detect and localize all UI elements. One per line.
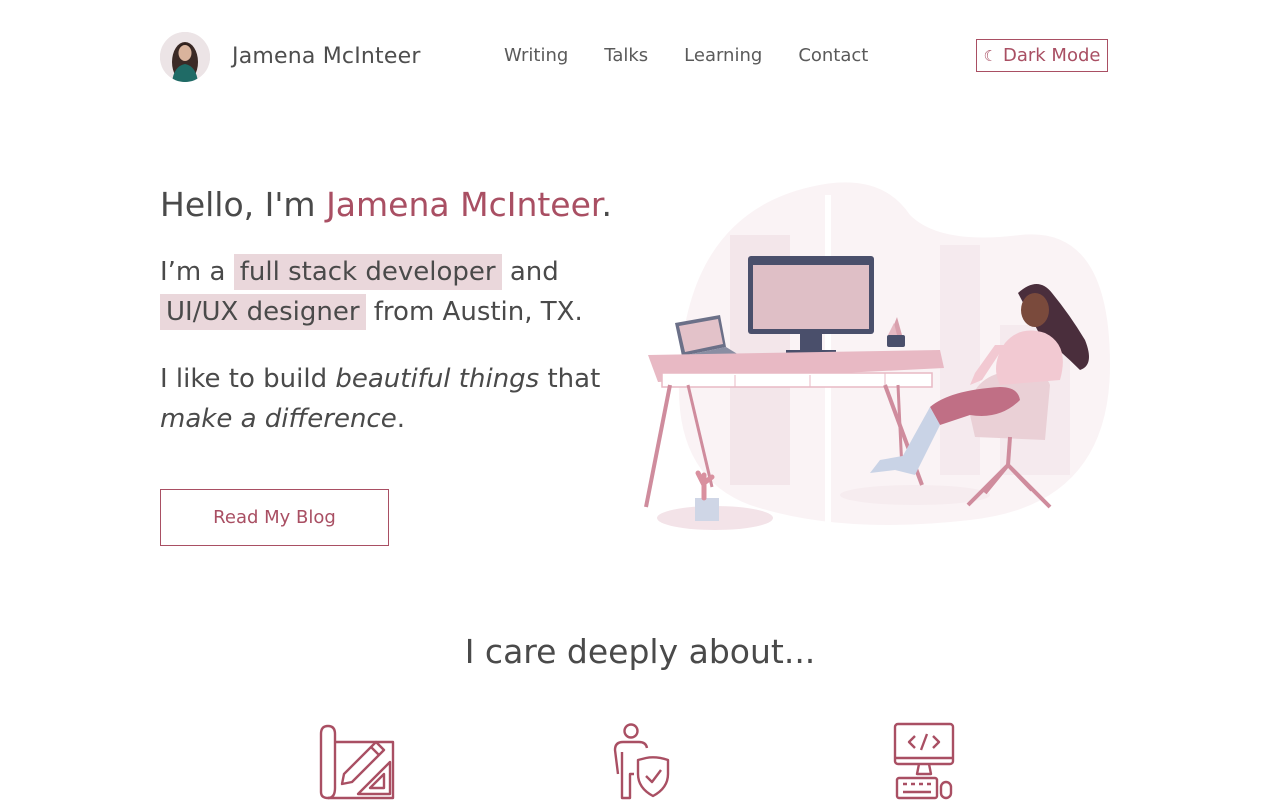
nav-writing[interactable]: Writing: [504, 45, 568, 66]
hero-line3-suffix: that: [539, 364, 601, 394]
design-blueprint-icon: [318, 722, 396, 804]
nav-learning[interactable]: Learning: [684, 45, 762, 66]
hero-line1-prefix: I’m a: [160, 257, 234, 287]
role-highlight-developer: full stack developer: [233, 254, 502, 290]
hero-line-1: I’m a full stack developer and: [160, 254, 559, 290]
dark-mode-button[interactable]: ☾ Dark Mode: [976, 39, 1108, 72]
site-name[interactable]: Jamena McInteer: [232, 44, 421, 69]
hero-greeting-suffix: .: [601, 185, 612, 224]
read-blog-button[interactable]: Read My Blog: [160, 489, 389, 546]
hero-greeting: Hello, I'm Jamena McInteer.: [160, 185, 612, 224]
avatar[interactable]: [160, 32, 210, 82]
person-shield-icon: [610, 722, 672, 804]
hero-line3-emphasis: beautiful things: [335, 364, 540, 394]
dark-mode-label: Dark Mode: [1002, 45, 1101, 66]
nav-talks[interactable]: Talks: [604, 45, 648, 66]
hero-greeting-prefix: Hello, I'm: [160, 185, 327, 224]
hero-line2-suffix: from Austin, TX.: [365, 297, 583, 327]
hero-line1-suffix: and: [501, 257, 559, 287]
hero-line-2: UI/UX designer from Austin, TX.: [160, 294, 583, 330]
woman-at-desk-illustration: [640, 175, 1120, 550]
main-nav: Writing Talks Learning Contact: [504, 45, 904, 66]
nav-contact[interactable]: Contact: [798, 45, 868, 66]
hero-line4-suffix: .: [396, 404, 405, 434]
role-highlight-designer: UI/UX designer: [160, 294, 366, 330]
hero-line-3: I like to build beautiful things that: [160, 364, 600, 394]
hero-line-4: make a difference.: [160, 404, 405, 434]
moon-icon: ☾: [983, 46, 997, 65]
hero-name: Jamena McInteer: [326, 185, 602, 224]
site-header: Jamena McInteer Writing Talks Learning C…: [0, 0, 1280, 112]
hero-line3-prefix: I like to build: [160, 364, 336, 394]
hero-line4-emphasis: make a difference: [160, 404, 397, 434]
profile-photo-icon: [160, 32, 210, 82]
care-heading: I care deeply about...: [464, 632, 816, 671]
computer-code-icon: [893, 722, 955, 804]
